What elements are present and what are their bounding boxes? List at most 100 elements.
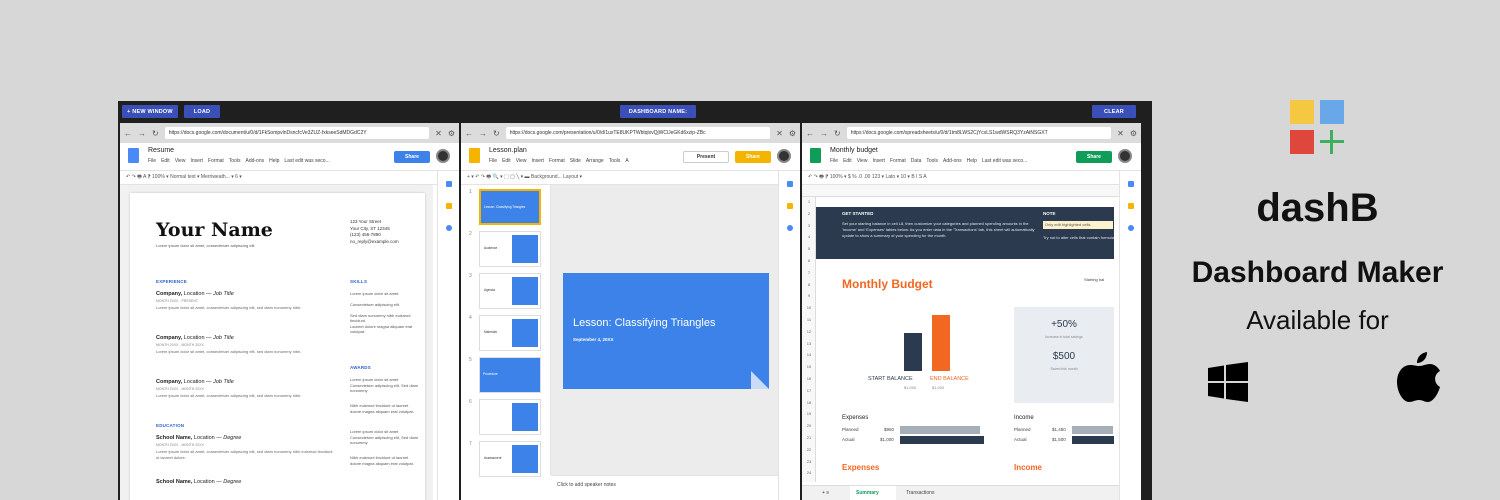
url-field[interactable]: https://docs.google.com/presentation/u/0… — [505, 127, 771, 139]
speaker-notes[interactable]: Click to add speaker notes — [551, 475, 778, 500]
slide-thumbnail[interactable]: Audience — [479, 231, 541, 267]
docs-toolbar: ↶ ↷ 🖶 A ⁋ 100% ▾ Normal text ▾ Merriweat… — [120, 171, 459, 185]
menu-item[interactable]: Data — [911, 158, 922, 164]
reload-icon[interactable]: ↻ — [493, 129, 500, 138]
menu-item[interactable]: Tools — [229, 158, 241, 164]
present-button[interactable]: Present — [683, 151, 729, 163]
starting-balance-label: Starting bal — [1084, 277, 1105, 282]
back-icon[interactable]: ← — [124, 129, 132, 138]
tasks-icon[interactable] — [446, 225, 452, 231]
close-icon[interactable]: ✕ — [1117, 129, 1124, 138]
keep-icon[interactable] — [787, 203, 793, 209]
menu-item[interactable]: Help — [967, 158, 977, 164]
job-entry: Company, Location — Job Title MONTH 20XX … — [156, 291, 336, 311]
menu-item[interactable]: Insert — [190, 158, 203, 164]
keep-icon[interactable] — [1128, 203, 1134, 209]
share-label: Share — [1087, 154, 1101, 160]
back-icon[interactable]: ← — [465, 129, 473, 138]
menu-item[interactable]: Format — [549, 158, 565, 164]
menu-item[interactable]: Help — [269, 158, 279, 164]
menu-item[interactable]: View — [175, 158, 186, 164]
menu-item[interactable]: Insert — [872, 158, 885, 164]
expenses-actual-bar — [900, 436, 984, 444]
menu-item[interactable]: Format — [890, 158, 906, 164]
menu-item[interactable]: File — [148, 158, 156, 164]
resume-page[interactable]: Your Name Lorem ipsum dolor sit amet, co… — [130, 193, 425, 500]
dashboard-name-button[interactable]: DASHBOARD NAME: — [620, 105, 696, 118]
gear-icon[interactable]: ⚙ — [448, 129, 455, 138]
docs-logo-icon — [128, 148, 139, 163]
gear-icon[interactable]: ⚙ — [1130, 129, 1137, 138]
menu-item[interactable]: File — [830, 158, 838, 164]
menu-item[interactable]: Last edit was seco... — [982, 158, 1027, 164]
menu-item[interactable]: Arrange — [586, 158, 604, 164]
forward-icon[interactable]: → — [820, 129, 828, 138]
menu-item[interactable]: Format — [208, 158, 224, 164]
menu-item[interactable]: View — [857, 158, 868, 164]
menu-item[interactable]: Edit — [843, 158, 852, 164]
slide-thumbnail[interactable]: Lesson: Classifying Triangles — [479, 189, 541, 225]
tasks-icon[interactable] — [1128, 225, 1134, 231]
back-icon[interactable]: ← — [806, 129, 814, 138]
tab-summary[interactable]: Summary — [850, 486, 896, 500]
tab-summary-label: Summary — [856, 490, 879, 496]
close-icon[interactable]: ✕ — [776, 129, 783, 138]
slide-thumbnail[interactable] — [479, 399, 541, 435]
url-field[interactable]: https://docs.google.com/document/u/0/d/1… — [164, 127, 430, 139]
school-entry: School Name, Location — Degree — [156, 479, 336, 485]
new-window-button[interactable]: + NEW WINDOW — [122, 105, 178, 118]
doc-title[interactable]: Resume — [148, 147, 174, 154]
menu-item[interactable]: Add-ons — [245, 158, 264, 164]
load-button[interactable]: LOAD — [184, 105, 220, 118]
url-field[interactable]: https://docs.google.com/spreadsheets/u/0… — [846, 127, 1112, 139]
calendar-icon[interactable] — [787, 181, 793, 187]
school-name: School Name, — [156, 435, 194, 441]
row-number: 22 — [806, 446, 812, 452]
keep-icon[interactable] — [446, 203, 452, 209]
main-slide[interactable]: Lesson: Classifying Triangles September … — [563, 273, 769, 389]
close-icon[interactable]: ✕ — [435, 129, 442, 138]
forward-icon[interactable]: → — [479, 129, 487, 138]
menu-item[interactable]: A — [625, 158, 628, 164]
reload-icon[interactable]: ↻ — [834, 129, 841, 138]
clear-button[interactable]: CLEAR — [1092, 105, 1136, 118]
end-balance-bar — [932, 315, 950, 371]
menu-item[interactable]: View — [516, 158, 527, 164]
slide-number: 4 — [469, 315, 472, 321]
tasks-icon[interactable] — [787, 225, 793, 231]
gear-icon[interactable]: ⚙ — [789, 129, 796, 138]
menu-item[interactable]: Insert — [531, 158, 544, 164]
menu-item[interactable]: Edit — [161, 158, 170, 164]
share-button[interactable]: Share — [1076, 151, 1112, 163]
menu-item[interactable]: Last edit was seco... — [284, 158, 329, 164]
menu-item[interactable]: Add-ons — [943, 158, 962, 164]
slide-thumbnail[interactable]: Procedure — [479, 357, 541, 393]
calendar-icon[interactable] — [1128, 181, 1134, 187]
share-button[interactable]: Share — [735, 151, 771, 163]
menu-item[interactable]: Tools — [926, 158, 938, 164]
slide-thumbnail[interactable]: Materials — [479, 315, 541, 351]
slide-thumbnail[interactable]: Assessment — [479, 441, 541, 477]
share-button[interactable]: Share — [394, 151, 430, 163]
avatar[interactable] — [1118, 149, 1132, 163]
menu-item[interactable]: Edit — [502, 158, 511, 164]
formula-bar[interactable] — [802, 185, 1119, 197]
menu-item[interactable]: File — [489, 158, 497, 164]
menu-item[interactable]: Slide — [570, 158, 581, 164]
avatar[interactable] — [436, 149, 450, 163]
doc-title[interactable]: Lesson.plan — [489, 147, 527, 154]
slide-thumbnail[interactable]: Agenda — [479, 273, 541, 309]
row-number: 1 — [807, 199, 811, 204]
reload-icon[interactable]: ↻ — [152, 129, 159, 138]
budget-sheet[interactable]: GET STARTED Set your starting balance in… — [816, 197, 1114, 482]
menu-item[interactable]: Tools — [609, 158, 621, 164]
add-sheet-icon[interactable]: + ≡ — [822, 490, 829, 496]
doc-title[interactable]: Monthly budget — [830, 147, 878, 154]
school-entry: School Name, Location — Degree MONTH 20XX… — [156, 435, 336, 461]
apple-icon — [1397, 352, 1441, 404]
school-description: Lorem ipsum dolor sit amet, consectetuer… — [156, 449, 333, 460]
avatar[interactable] — [777, 149, 791, 163]
tab-transactions[interactable]: Transactions — [906, 490, 934, 496]
forward-icon[interactable]: → — [138, 129, 146, 138]
calendar-icon[interactable] — [446, 181, 452, 187]
